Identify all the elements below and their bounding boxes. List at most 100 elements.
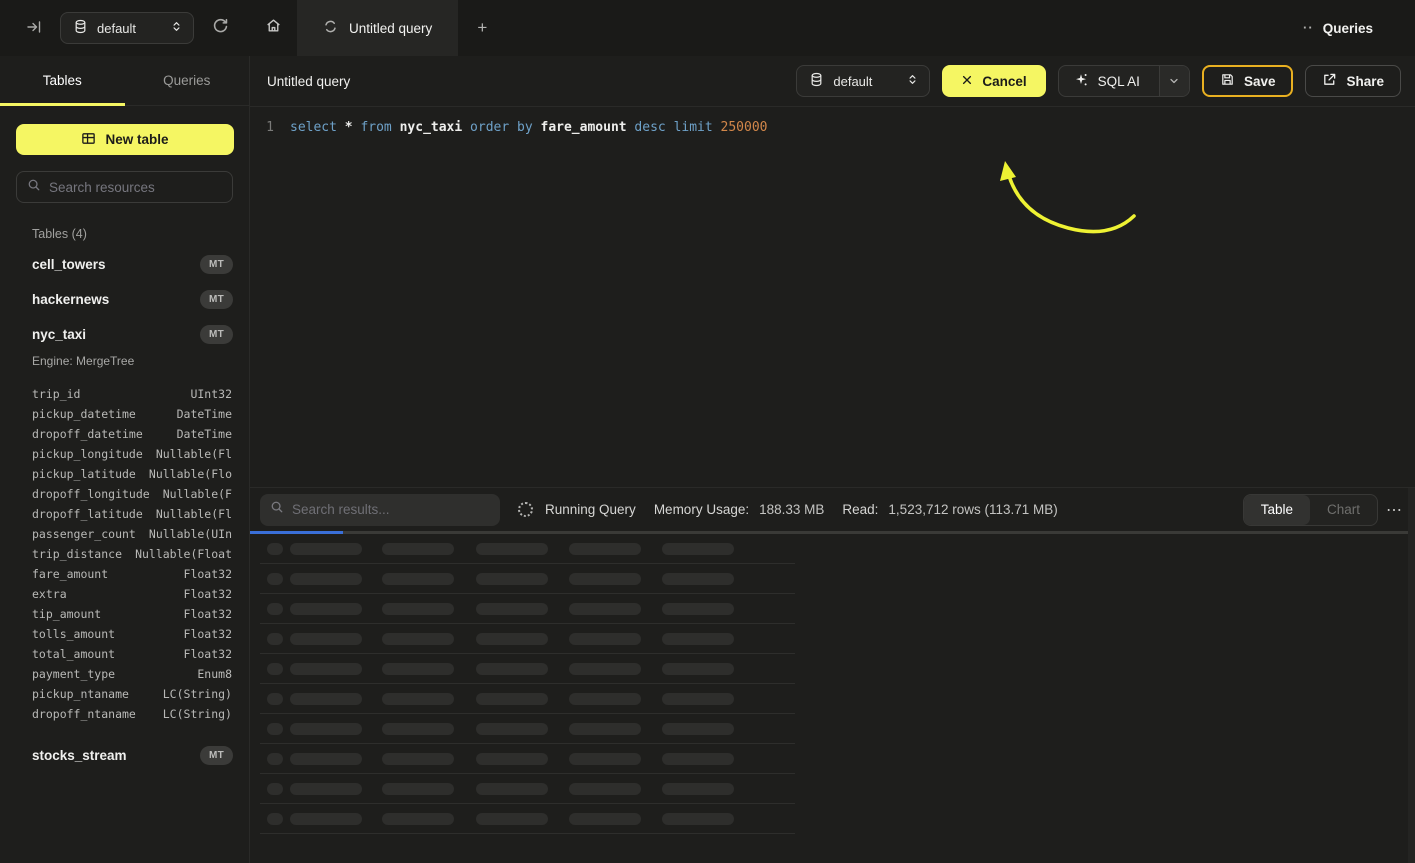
skeleton-pill bbox=[267, 753, 283, 765]
sql-ai-dropdown[interactable] bbox=[1159, 66, 1189, 96]
skeleton-pill bbox=[662, 753, 734, 765]
skeleton-row bbox=[260, 654, 795, 684]
top-bar: default Untitled query bbox=[0, 0, 1415, 56]
new-tab-button[interactable]: + bbox=[458, 0, 506, 56]
close-icon bbox=[961, 74, 973, 89]
query-title: Untitled query bbox=[267, 74, 350, 89]
skeleton-row bbox=[260, 594, 795, 624]
column-name: pickup_ntaname bbox=[32, 687, 129, 701]
topbar-left: default bbox=[0, 0, 250, 56]
skeleton-pill bbox=[476, 633, 548, 645]
skeleton-pill bbox=[662, 603, 734, 615]
memory-usage-label: Memory Usage: bbox=[654, 502, 749, 517]
tab-untitled-query[interactable]: Untitled query bbox=[297, 0, 458, 56]
search-icon bbox=[27, 178, 41, 197]
column-name: dropoff_ntaname bbox=[32, 707, 136, 721]
sql-ai-button[interactable]: SQL AI bbox=[1058, 65, 1190, 97]
query-database-selector[interactable]: default bbox=[796, 65, 930, 97]
skeleton-pill bbox=[662, 813, 734, 825]
column-row: dropoff_latitude Nullable(Fl bbox=[0, 504, 249, 524]
collapse-sidebar-button[interactable] bbox=[22, 15, 46, 42]
skeleton-pill bbox=[267, 663, 283, 675]
sidebar-search-input[interactable] bbox=[49, 180, 222, 195]
queries-button[interactable]: ·· Queries bbox=[1303, 21, 1373, 36]
sql-token: order bbox=[470, 120, 509, 135]
sql-ai-label: SQL AI bbox=[1098, 74, 1140, 89]
cancel-label: Cancel bbox=[982, 74, 1026, 89]
column-row: trip_distance Nullable(Float bbox=[0, 544, 249, 564]
skeleton-row bbox=[260, 564, 795, 594]
sql-editor[interactable]: 1 select * from nyc_taxi order by fare_a… bbox=[250, 107, 1415, 487]
column-name: dropoff_latitude bbox=[32, 507, 143, 521]
column-name: dropoff_datetime bbox=[32, 427, 143, 441]
column-name: trip_distance bbox=[32, 547, 122, 561]
new-table-label: New table bbox=[105, 132, 168, 147]
sql-token: limit bbox=[674, 120, 713, 135]
column-row: dropoff_ntaname LC(String) bbox=[0, 704, 249, 724]
share-icon bbox=[1322, 72, 1337, 90]
column-row: fare_amountFloat32 bbox=[0, 564, 249, 584]
engine-label: Engine: MergeTree bbox=[0, 352, 249, 376]
column-type: DateTime bbox=[177, 407, 232, 421]
sql-token: fare_amount bbox=[541, 120, 627, 135]
query-running-icon bbox=[323, 19, 338, 37]
table-name: hackernews bbox=[32, 292, 109, 307]
skeleton-pill bbox=[267, 783, 283, 795]
more-options-button[interactable]: ⋯ bbox=[1386, 500, 1403, 520]
skeleton-pill bbox=[569, 783, 641, 795]
database-icon bbox=[73, 19, 88, 37]
table-name: cell_towers bbox=[32, 257, 106, 272]
column-type: Nullable(Float bbox=[135, 547, 232, 561]
skeleton-pill bbox=[382, 663, 454, 675]
column-name: pickup_latitude bbox=[32, 467, 136, 481]
cancel-button[interactable]: Cancel bbox=[942, 65, 1045, 97]
column-type: Nullable(Fl bbox=[156, 447, 232, 461]
column-type: Nullable(UIn bbox=[149, 527, 232, 541]
skeleton-pill bbox=[290, 543, 362, 555]
skeleton-pill bbox=[382, 783, 454, 795]
refresh-button[interactable] bbox=[208, 14, 233, 42]
skeleton-pill bbox=[290, 603, 362, 615]
skeleton-pill bbox=[662, 543, 734, 555]
column-type: Float32 bbox=[184, 587, 232, 601]
sidebar-table-nyc_taxi[interactable]: nyc_taxiMT bbox=[0, 317, 249, 352]
column-row: tolls_amountFloat32 bbox=[0, 624, 249, 644]
sidebar-table-cell_towers[interactable]: cell_towersMT bbox=[0, 247, 249, 282]
memory-usage-value: 188.33 MB bbox=[759, 502, 824, 517]
sidebar-table-stocks_stream[interactable]: stocks_streamMT bbox=[0, 738, 249, 773]
skeleton-pill bbox=[569, 633, 641, 645]
column-row: payment_typeEnum8 bbox=[0, 664, 249, 684]
new-table-button[interactable]: New table bbox=[16, 124, 234, 155]
skeleton-pill bbox=[476, 663, 548, 675]
skeleton-pill bbox=[569, 693, 641, 705]
main-panel: Untitled query default Cancel bbox=[250, 56, 1415, 863]
home-tab[interactable] bbox=[250, 0, 297, 56]
save-button[interactable]: Save bbox=[1202, 65, 1294, 97]
sidebar-tab-tables[interactable]: Tables bbox=[0, 56, 125, 105]
share-button[interactable]: Share bbox=[1305, 65, 1401, 97]
toggle-chart[interactable]: Chart bbox=[1310, 495, 1377, 525]
app-window: default Untitled query bbox=[0, 0, 1415, 863]
column-name: dropoff_longitude bbox=[32, 487, 150, 501]
column-row: tip_amountFloat32 bbox=[0, 604, 249, 624]
column-name: total_amount bbox=[32, 647, 115, 661]
share-label: Share bbox=[1346, 74, 1384, 89]
column-row: pickup_ntanameLC(String) bbox=[0, 684, 249, 704]
engine-badge: MT bbox=[200, 325, 233, 344]
topbar-database-selector[interactable]: default bbox=[60, 12, 194, 44]
sql-token: * bbox=[345, 120, 353, 135]
query-toolbar: Untitled query default Cancel bbox=[250, 56, 1415, 107]
sidebar-table-hackernews[interactable]: hackernewsMT bbox=[0, 282, 249, 317]
skeleton-pill bbox=[382, 723, 454, 735]
search-icon bbox=[270, 500, 284, 519]
sidebar-tab-queries[interactable]: Queries bbox=[125, 56, 250, 105]
results-search-input[interactable] bbox=[292, 502, 490, 517]
updown-chevron-icon bbox=[906, 73, 919, 89]
toggle-table[interactable]: Table bbox=[1244, 495, 1310, 525]
column-type: Nullable(Fl bbox=[156, 507, 232, 521]
database-icon bbox=[809, 72, 824, 90]
skeleton-pill bbox=[267, 813, 283, 825]
results-scrollbar[interactable] bbox=[1408, 488, 1415, 863]
column-name: tolls_amount bbox=[32, 627, 115, 641]
column-type: LC(String) bbox=[163, 707, 232, 721]
